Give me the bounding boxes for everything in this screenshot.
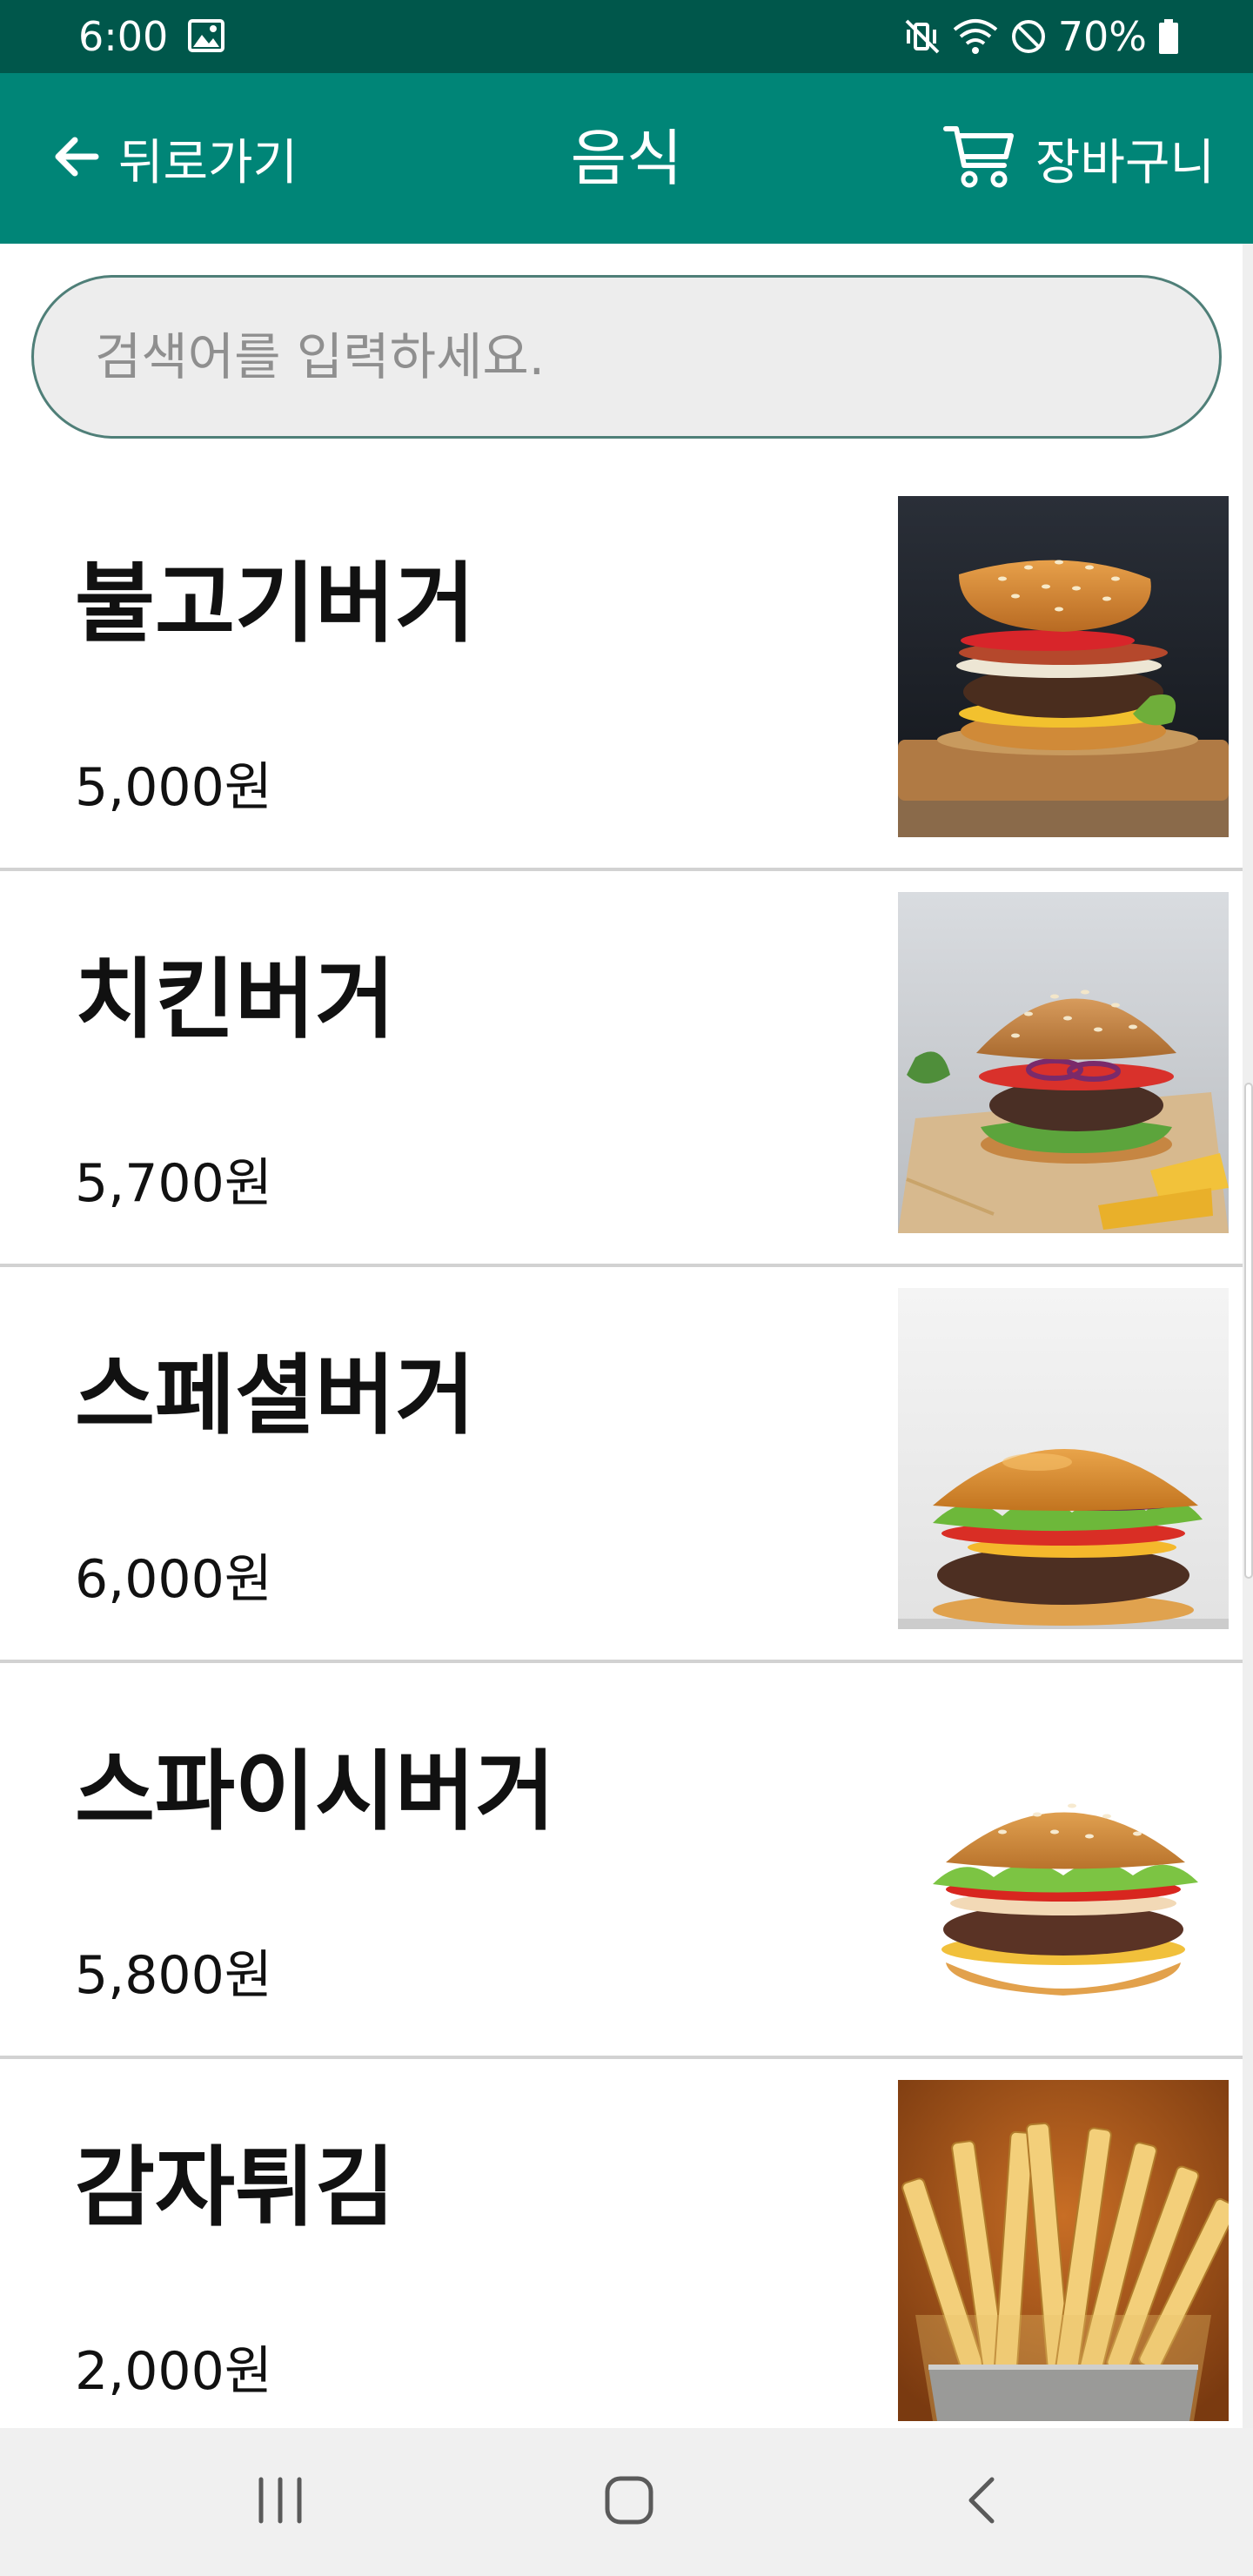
- system-back-button[interactable]: [895, 2428, 1069, 2576]
- product-name: 스파이시버거: [75, 1741, 555, 1842]
- navigation-bar: [0, 2428, 1253, 2576]
- product-price: 2,000원: [75, 2341, 272, 2402]
- product-price: 5,000원: [75, 757, 272, 818]
- product-list: 불고기버거 5,000원 치킨버거 5,700원 스페셜버거 6,000원 스파…: [0, 475, 1243, 2455]
- battery-percent: 70%: [1057, 13, 1147, 60]
- back-icon: [964, 2474, 999, 2530]
- product-name: 치킨버거: [75, 949, 395, 1050]
- product-row-french-fries[interactable]: 감자튀김 2,000원: [0, 2059, 1243, 2455]
- product-row-bulgogi-burger[interactable]: 불고기버거 5,000원: [0, 475, 1243, 871]
- french-fries-photo: [898, 2080, 1229, 2421]
- wifi-icon: [952, 17, 999, 56]
- gallery-icon: [188, 19, 224, 52]
- product-name: 감자튀김: [75, 2137, 395, 2238]
- mute-vibrate-icon: [903, 17, 941, 56]
- app-bar: 뒤로가기 음식 장바구니: [0, 73, 1253, 244]
- status-icons: 70%: [903, 0, 1180, 73]
- cart-button[interactable]: 장바구니: [942, 73, 1215, 244]
- scrollbar-thumb[interactable]: [1244, 1083, 1253, 1579]
- battery-icon: [1157, 17, 1180, 56]
- product-row-special-burger[interactable]: 스페셜버거 6,000원: [0, 1267, 1243, 1663]
- product-name: 스페셜버거: [75, 1345, 475, 1446]
- product-row-spicy-burger[interactable]: 스파이시버거 5,800원: [0, 1663, 1243, 2059]
- recents-icon: [254, 2476, 306, 2528]
- spicy-burger-photo: [898, 1684, 1229, 2025]
- home-icon: [603, 2474, 655, 2530]
- cart-icon: [942, 124, 1016, 193]
- status-time: 6:00: [78, 13, 169, 60]
- product-price: 5,700원: [75, 1153, 272, 1214]
- search-input[interactable]: [31, 275, 1222, 439]
- recents-button[interactable]: [193, 2428, 367, 2576]
- product-price: 5,800원: [75, 1945, 272, 2006]
- cart-button-label: 장바구니: [1035, 134, 1215, 191]
- home-button[interactable]: [542, 2428, 716, 2576]
- special-burger-photo: [898, 1288, 1229, 1629]
- bulgogi-burger-photo: [898, 496, 1229, 837]
- chicken-burger-photo: [898, 892, 1229, 1233]
- do-not-disturb-icon: [1009, 17, 1048, 56]
- status-bar: 6:00 70%: [0, 0, 1253, 73]
- product-name: 불고기버거: [75, 553, 475, 654]
- product-price: 6,000원: [75, 1549, 272, 1610]
- product-row-chicken-burger[interactable]: 치킨버거 5,700원: [0, 871, 1243, 1267]
